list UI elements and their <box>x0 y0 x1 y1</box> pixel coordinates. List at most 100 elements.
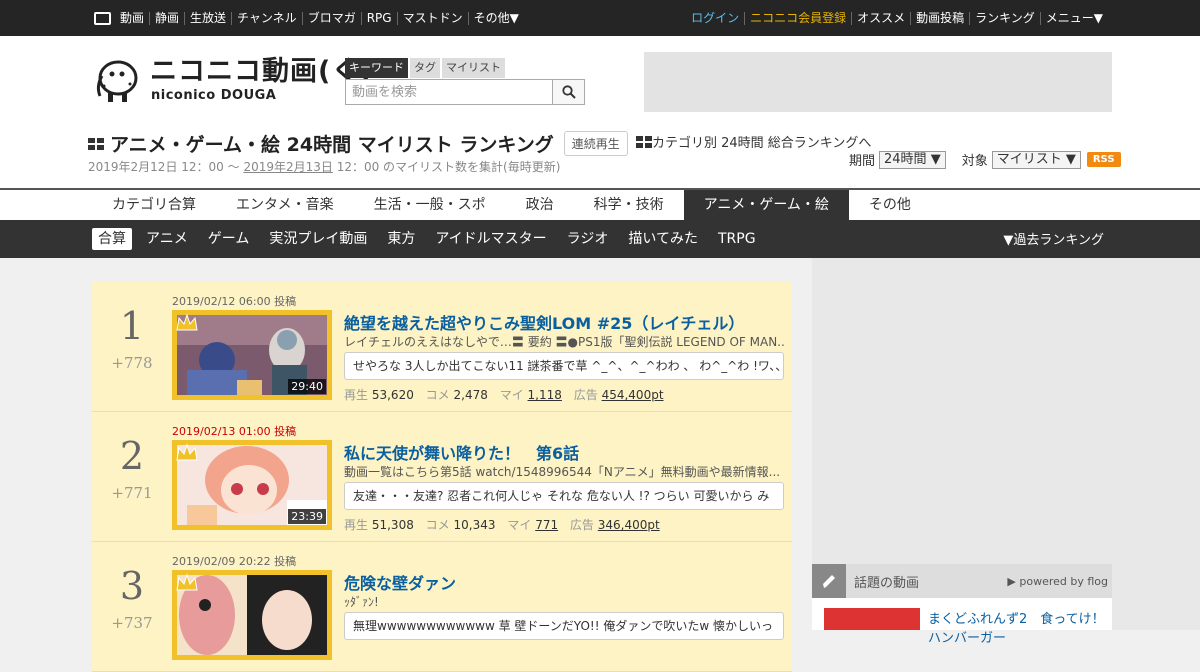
video-duration: 23:39 <box>288 509 326 524</box>
video-thumbnail[interactable]: 29:40 <box>172 310 332 400</box>
global-navbar: 動画 静画 生放送 チャンネル ブロマガ RPG マストドン その他▼ ログイン… <box>0 0 1200 36</box>
video-description: レイチェルのええはなしやで…〓 要約 〓●PS1版「聖剣伝説 LEGEND OF… <box>344 335 784 349</box>
nav-upload[interactable]: 動画投稿 <box>911 11 971 25</box>
tab-category-all[interactable]: カテゴリ合算 <box>92 190 216 220</box>
post-date: 2019/02/09 20:22 投稿 <box>172 555 297 568</box>
category-ranking-link[interactable]: カテゴリ別 24時間 総合ランキングへ <box>652 132 871 151</box>
mylist-label: マイ <box>507 518 532 532</box>
comments-label: コメ <box>425 518 450 532</box>
ad-points[interactable]: 346,400pt <box>598 518 660 532</box>
mascot-icon <box>96 60 138 102</box>
rank-points: +737 <box>111 614 153 632</box>
login-link[interactable]: ログイン <box>686 11 746 25</box>
nav-ranking[interactable]: ランキング <box>970 11 1041 25</box>
latest-comments: 無理wwwwwwwwwwww 草 壁ドーンだYO!! 俺ダァンで吹いたw 懐かし… <box>344 612 784 640</box>
powered-by-flog-link[interactable]: ▶ powered by flog <box>1007 575 1108 588</box>
crown-icon <box>176 573 198 591</box>
tab-life[interactable]: 生活・一般・スポ <box>354 190 506 220</box>
period-select[interactable]: 24時間 ▼ <box>879 150 946 169</box>
crown-icon <box>176 443 198 461</box>
views-label: 再生 <box>344 388 369 402</box>
ranking-list: 1 +778 2019/02/12 06:00 投稿 29:40 絶望を越えた超… <box>92 282 792 672</box>
ranking-period: 2019年2月12日 12：00 ～ 2019年2月13日 12：00 のマイリ… <box>88 158 560 175</box>
tab-entertainment[interactable]: エンタメ・音楽 <box>216 190 354 220</box>
mylist-label: マイ <box>499 388 524 402</box>
subcategory-tabs: 合算 アニメ ゲーム 実況プレイ動画 東方 アイドルマスター ラジオ 描いてみた… <box>0 220 1200 258</box>
mylist-count[interactable]: 771 <box>535 518 558 532</box>
tab-other[interactable]: その他 <box>849 190 931 220</box>
signup-link[interactable]: ニコニコ会員登録 <box>745 11 853 25</box>
continuous-play-button[interactable]: 連続再生 <box>563 131 628 156</box>
search-button[interactable] <box>552 80 584 104</box>
tab-science[interactable]: 科学・技術 <box>574 190 684 220</box>
nav-video[interactable]: 動画 <box>115 11 151 25</box>
subtab-all[interactable]: 合算 <box>92 228 132 250</box>
search-type-tabs: キーワード タグ マイリスト <box>345 58 507 78</box>
search-tab-mylist[interactable]: マイリスト <box>442 58 505 78</box>
trending-title[interactable]: まくどふれんず2 食ってけ！ハンバーガー <box>928 608 1108 646</box>
search-input[interactable] <box>346 80 552 104</box>
subtab-anime[interactable]: アニメ <box>140 228 194 250</box>
video-duration: 29:40 <box>288 379 326 394</box>
crown-icon <box>176 313 198 331</box>
period-end-rest: 12：00 のマイリスト数を集計(毎時更新) <box>332 160 561 174</box>
rank-points: +778 <box>111 354 153 372</box>
nav-rpg[interactable]: RPG <box>362 11 398 25</box>
subtab-touhou[interactable]: 東方 <box>381 228 421 250</box>
latest-comments: せやろな 3人しか出てこない11 謎茶番で草 ^_^、^_^わわ 、 わ^_^わ… <box>344 352 784 380</box>
rank-number: 1 <box>119 304 145 348</box>
subtab-drawing[interactable]: 描いてみた <box>622 228 704 250</box>
ad-banner[interactable] <box>644 52 1112 112</box>
nav-live[interactable]: 生放送 <box>185 11 233 25</box>
nav-mastodon[interactable]: マストドン <box>398 11 469 25</box>
video-title[interactable]: 絶望を越えた超やりこみ聖剣LOM #25（レイチェル） <box>344 310 744 334</box>
search-box <box>345 79 585 105</box>
tab-politics[interactable]: 政治 <box>506 190 574 220</box>
category-ranking-link-row: カテゴリ別 24時間 総合ランキングへ <box>636 132 871 151</box>
subtab-radio[interactable]: ラジオ <box>561 228 615 250</box>
subtab-idolmaster[interactable]: アイドルマスター <box>429 228 552 250</box>
trending-thumbnail[interactable] <box>824 608 920 630</box>
post-date: 2019/02/13 01:00 投稿 <box>172 425 297 438</box>
target-select[interactable]: マイリスト ▼ <box>991 150 1081 169</box>
niconico-tv-icon[interactable] <box>94 11 111 25</box>
ranking-title-row: アニメ・ゲーム・絵 24時間 マイリスト ランキング 連続再生 <box>88 130 628 157</box>
nav-seiga[interactable]: 静画 <box>150 11 186 25</box>
video-thumbnail[interactable]: 23:39 <box>172 440 332 530</box>
search-tab-keyword[interactable]: キーワード <box>345 58 408 78</box>
nav-menu[interactable]: メニュー▼ <box>1041 11 1108 25</box>
rank-points: +771 <box>111 484 153 502</box>
video-thumbnail[interactable] <box>172 570 332 660</box>
logo-text-jp: ニコニコ動画(く) <box>150 56 373 87</box>
subtab-lets-play[interactable]: 実況プレイ動画 <box>263 228 373 250</box>
category-tabs: カテゴリ合算 エンタメ・音楽 生活・一般・スポ 政治 科学・技術 アニメ・ゲーム… <box>0 188 1200 220</box>
niconico-logo[interactable]: ニコニコ動画(く) niconico DOUGA <box>94 56 372 106</box>
views-count: 51,308 <box>371 518 414 532</box>
views-count: 53,620 <box>371 388 414 402</box>
subtab-game[interactable]: ゲーム <box>202 228 256 250</box>
mylist-count[interactable]: 1,118 <box>528 388 562 402</box>
latest-comments: 友達・・・友達? 忍者これ何人じゃ それな 危ない人 !? つらい 可愛いから … <box>344 482 784 510</box>
nav-channel[interactable]: チャンネル <box>232 11 303 25</box>
ranking-grid-icon <box>88 137 104 150</box>
ad-label: 広告 <box>573 388 598 402</box>
ad-points[interactable]: 454,400pt <box>602 388 664 402</box>
search-icon <box>561 85 576 99</box>
period-start: 2019年2月12日 12：00 ～ <box>88 160 244 174</box>
nav-blomaga[interactable]: ブロマガ <box>303 11 362 25</box>
past-ranking-link[interactable]: ▼過去ランキング <box>1003 229 1104 248</box>
video-title[interactable]: 私に天使が舞い降りた！ 第6話 <box>344 440 579 464</box>
search-tab-tag[interactable]: タグ <box>410 58 440 78</box>
subtab-trpg[interactable]: TRPG <box>712 228 762 250</box>
period-label: 期間 <box>849 154 876 169</box>
trending-item[interactable]: まくどふれんず2 食ってけ！ハンバーガー <box>812 598 1112 646</box>
nav-other-menu[interactable]: その他▼ <box>469 11 524 25</box>
comments-count: 2,478 <box>453 388 488 402</box>
tab-anime-game[interactable]: アニメ・ゲーム・絵 <box>683 190 849 220</box>
rss-button[interactable]: RSS <box>1086 152 1121 167</box>
period-end-link[interactable]: 2019年2月13日 <box>243 160 332 174</box>
rank-number: 3 <box>119 564 145 608</box>
video-title[interactable]: 危険な壁ダァン <box>344 570 456 594</box>
comments-count: 10,343 <box>453 518 496 532</box>
nav-recommend[interactable]: オススメ <box>852 11 912 25</box>
